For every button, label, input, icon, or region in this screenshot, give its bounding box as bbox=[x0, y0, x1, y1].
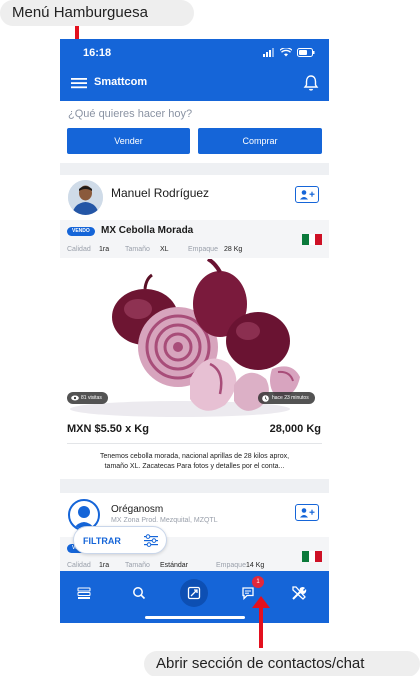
section-divider bbox=[60, 163, 329, 175]
status-time: 16:18 bbox=[83, 47, 112, 59]
add-contact-icon bbox=[300, 508, 315, 518]
product-price: MXN $5.50 x Kg bbox=[67, 423, 149, 435]
filter-label: FILTRAR bbox=[83, 536, 121, 546]
annotation-menu-callout: Menú Hamburguesa bbox=[0, 0, 194, 26]
spec-value-size-2: Estándar bbox=[160, 562, 189, 569]
clock-icon bbox=[262, 395, 269, 402]
wifi-icon bbox=[280, 48, 292, 57]
divider bbox=[67, 443, 322, 444]
post-user-name-2[interactable]: Oréganosm bbox=[111, 504, 163, 515]
spec-value-size: XL bbox=[160, 246, 169, 253]
product-title[interactable]: MX Cebolla Morada bbox=[101, 225, 193, 236]
tools-icon bbox=[292, 586, 307, 600]
tab-tools[interactable] bbox=[287, 581, 311, 605]
signal-icon bbox=[263, 48, 274, 57]
phone-screen: 16:18 Smattcom ¿Qué quieres hacer hoy? V… bbox=[60, 39, 329, 623]
home-indicator bbox=[145, 616, 245, 619]
tab-search[interactable] bbox=[127, 581, 151, 605]
spec-value-quality: 1ra bbox=[99, 246, 110, 253]
home-prompt: ¿Qué quieres hacer hoy? bbox=[68, 108, 193, 120]
system-icons bbox=[263, 48, 315, 57]
product-quantity: 28,000 Kg bbox=[269, 423, 321, 435]
search-icon bbox=[133, 587, 146, 600]
hamburger-icon[interactable] bbox=[70, 74, 88, 92]
buy-button[interactable]: Comprar bbox=[198, 128, 322, 154]
add-post-icon bbox=[187, 586, 201, 600]
avatar[interactable] bbox=[68, 180, 103, 215]
add-contact-button-2[interactable] bbox=[295, 504, 319, 521]
product-description-line2[interactable]: tamaño XL. Zacatecas Para fotos y detall… bbox=[60, 462, 329, 472]
tab-feed[interactable] bbox=[72, 581, 96, 605]
user-placeholder-icon bbox=[73, 506, 95, 529]
spec-label-quality: Calidad bbox=[67, 246, 91, 253]
app-bar: Smattcom bbox=[60, 65, 329, 101]
user-photo bbox=[68, 180, 103, 215]
filter-button[interactable]: FILTRAR bbox=[73, 526, 167, 554]
spec-label-package-2: Empaque bbox=[216, 562, 246, 569]
mexico-flag-icon-2 bbox=[302, 551, 323, 562]
annotation-arrow-bottom bbox=[259, 606, 263, 648]
post-user-name[interactable]: Manuel Rodríguez bbox=[111, 186, 209, 200]
list-icon bbox=[77, 587, 91, 599]
spec-label-size: Tamaño bbox=[125, 246, 150, 253]
section-divider-2 bbox=[60, 479, 329, 493]
notification-badge: 1 bbox=[252, 576, 264, 588]
spec-label-size-2: Tamaño bbox=[125, 562, 150, 569]
spec-value-package: 28 Kg bbox=[224, 246, 243, 253]
battery-icon bbox=[297, 48, 315, 57]
status-bar: 16:18 bbox=[60, 39, 329, 65]
eye-icon bbox=[71, 395, 79, 401]
add-contact-icon bbox=[300, 190, 315, 200]
spec-value-package-2: 14 Kg bbox=[246, 562, 265, 569]
app-title: Smattcom bbox=[94, 76, 148, 88]
spec-label-package: Empaque bbox=[188, 246, 218, 253]
filter-sliders-icon bbox=[144, 534, 158, 547]
tab-new-post[interactable] bbox=[180, 579, 208, 607]
annotation-chat-callout: Abrir sección de contactos/chat bbox=[144, 651, 420, 676]
spec-value-quality-2: 1ra bbox=[99, 562, 110, 569]
product-description-line1[interactable]: Tenemos cebolla morada, nacional aprilla… bbox=[60, 452, 329, 462]
bell-icon[interactable] bbox=[303, 74, 319, 92]
spec-label-quality-2: Calidad bbox=[67, 562, 91, 569]
post-location: MX Zona Prod. Mezquital, MZQTL bbox=[111, 517, 218, 524]
mexico-flag-icon bbox=[302, 234, 323, 245]
status-badge: VENDO bbox=[67, 227, 95, 236]
add-contact-button[interactable] bbox=[295, 186, 319, 203]
sell-button[interactable]: Vender bbox=[67, 128, 190, 154]
